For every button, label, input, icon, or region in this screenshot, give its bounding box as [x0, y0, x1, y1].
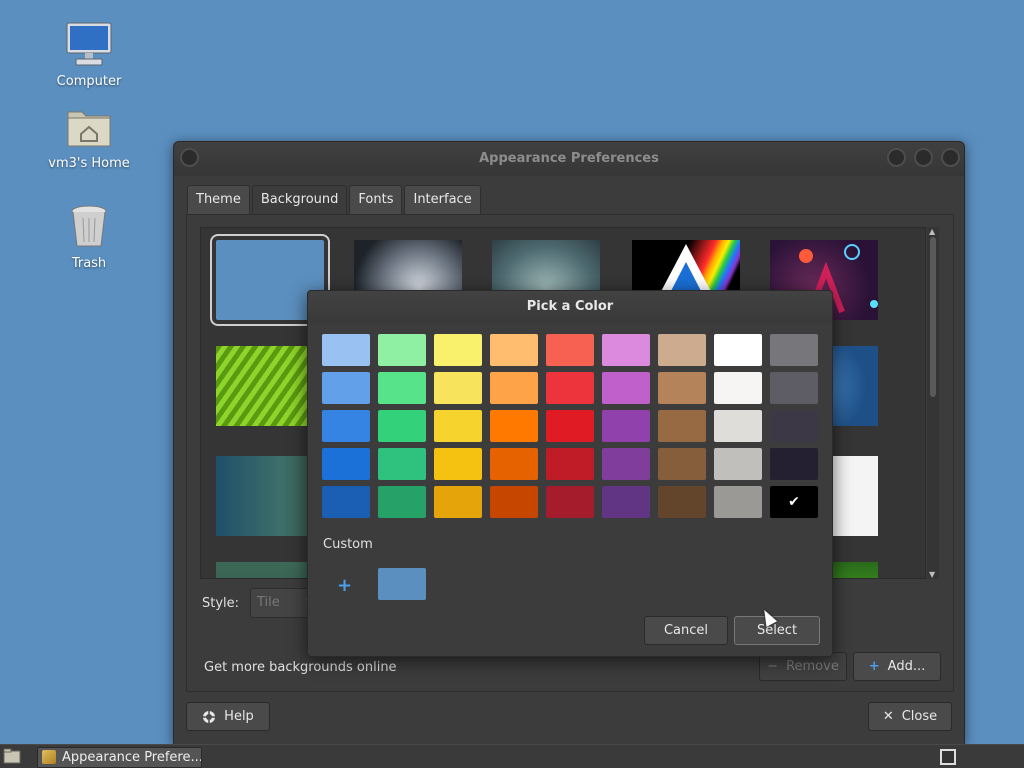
color-swatch[interactable] — [658, 448, 706, 480]
color-palette: ✔ — [322, 334, 818, 518]
dialog-title[interactable]: Pick a Color — [308, 291, 832, 323]
desktop-icon-label: Trash — [71, 256, 107, 271]
home-folder-icon — [64, 102, 114, 152]
color-swatch[interactable] — [714, 334, 762, 366]
color-swatch[interactable] — [490, 448, 538, 480]
color-swatch[interactable] — [490, 372, 538, 404]
help-label: Help — [224, 709, 254, 724]
color-swatch[interactable] — [378, 372, 426, 404]
close-icon: ✕ — [882, 709, 894, 724]
desktop-icon-label: Computer — [56, 74, 122, 89]
custom-color-swatch[interactable] — [378, 568, 426, 600]
close-window-button[interactable] — [941, 148, 960, 167]
color-swatch[interactable] — [322, 486, 370, 518]
taskbar-item-label: Appearance Prefere... — [62, 750, 202, 765]
show-desktop-icon[interactable] — [940, 749, 956, 765]
color-swatch[interactable] — [714, 448, 762, 480]
remove-label: Remove — [786, 659, 839, 674]
color-swatch[interactable] — [658, 372, 706, 404]
scroll-down-icon[interactable]: ▼ — [929, 570, 935, 579]
maximize-button[interactable] — [914, 148, 933, 167]
color-swatch[interactable] — [714, 372, 762, 404]
close-button[interactable]: ✕ Close — [868, 702, 952, 731]
color-swatch[interactable] — [378, 334, 426, 366]
custom-label: Custom — [323, 537, 373, 552]
desktop-icon-computer[interactable]: Computer — [34, 20, 144, 89]
add-label: Add... — [887, 659, 926, 674]
add-custom-color-button[interactable]: + — [337, 575, 352, 596]
color-swatch[interactable] — [490, 486, 538, 518]
color-swatch[interactable] — [378, 410, 426, 442]
desktop-icon-label: vm3's Home — [48, 156, 130, 171]
desktop-icon-trash[interactable]: Trash — [34, 202, 144, 271]
color-swatch[interactable] — [322, 334, 370, 366]
color-swatch[interactable] — [434, 410, 482, 442]
minimize-button[interactable] — [887, 148, 906, 167]
color-swatch[interactable] — [546, 486, 594, 518]
file-manager-icon[interactable] — [3, 748, 21, 764]
color-swatch[interactable] — [714, 410, 762, 442]
color-swatch[interactable] — [434, 372, 482, 404]
trash-icon — [64, 202, 114, 252]
scroll-up-icon[interactable]: ▲ — [929, 227, 935, 236]
color-swatch[interactable] — [490, 410, 538, 442]
help-button[interactable]: Help — [186, 702, 270, 731]
color-swatch[interactable] — [770, 372, 818, 404]
tab-interface[interactable]: Interface — [404, 185, 481, 214]
appearance-app-icon — [42, 750, 56, 764]
desktop-icon-home[interactable]: vm3's Home — [34, 102, 144, 171]
color-swatch[interactable] — [434, 486, 482, 518]
tab-fonts[interactable]: Fonts — [349, 185, 403, 214]
color-swatch[interactable] — [434, 334, 482, 366]
color-swatch[interactable] — [602, 372, 650, 404]
plus-icon: + — [868, 659, 880, 674]
color-swatch[interactable] — [378, 486, 426, 518]
taskbar-item-appearance[interactable]: Appearance Prefere... — [37, 747, 202, 768]
color-picker-dialog: Pick a Color ✔ Custom + Cancel Select — [307, 290, 833, 657]
checkmark-icon: ✔ — [788, 494, 800, 510]
color-swatch[interactable] — [490, 334, 538, 366]
window-titlebar[interactable]: Appearance Preferences — [174, 142, 964, 176]
color-swatch[interactable] — [546, 448, 594, 480]
style-value: Tile — [257, 595, 280, 610]
help-icon — [203, 710, 216, 723]
color-swatch[interactable] — [658, 410, 706, 442]
computer-icon — [64, 20, 114, 70]
color-swatch[interactable] — [322, 410, 370, 442]
color-swatch[interactable] — [546, 372, 594, 404]
color-swatch[interactable] — [714, 486, 762, 518]
cancel-button[interactable]: Cancel — [644, 616, 728, 645]
color-swatch[interactable] — [546, 410, 594, 442]
color-swatch-selected[interactable]: ✔ — [770, 486, 818, 518]
color-swatch[interactable] — [434, 448, 482, 480]
color-swatch[interactable] — [322, 448, 370, 480]
more-backgrounds-link[interactable]: Get more backgrounds online — [204, 660, 397, 675]
tab-background[interactable]: Background — [251, 185, 348, 215]
color-swatch[interactable] — [658, 486, 706, 518]
color-swatch[interactable] — [546, 334, 594, 366]
color-swatch[interactable] — [602, 410, 650, 442]
color-swatch[interactable] — [602, 486, 650, 518]
color-swatch[interactable] — [602, 334, 650, 366]
tab-bar: Theme Background Fonts Interface — [187, 185, 481, 215]
color-swatch[interactable] — [602, 448, 650, 480]
scroll-thumb[interactable] — [930, 237, 936, 397]
taskbar: Appearance Prefere... — [0, 744, 1024, 768]
color-swatch[interactable] — [378, 448, 426, 480]
color-swatch[interactable] — [770, 410, 818, 442]
tab-theme[interactable]: Theme — [187, 185, 250, 214]
wallpaper-scrollbar[interactable]: ▲ ▼ — [927, 227, 939, 579]
style-label: Style: — [202, 596, 240, 611]
minus-icon: − — [767, 659, 779, 674]
color-swatch[interactable] — [770, 334, 818, 366]
close-label: Close — [901, 709, 938, 724]
add-button[interactable]: + Add... — [853, 652, 941, 681]
color-swatch[interactable] — [770, 448, 818, 480]
window-title: Appearance Preferences — [479, 151, 659, 166]
color-swatch[interactable] — [658, 334, 706, 366]
color-swatch[interactable] — [322, 372, 370, 404]
